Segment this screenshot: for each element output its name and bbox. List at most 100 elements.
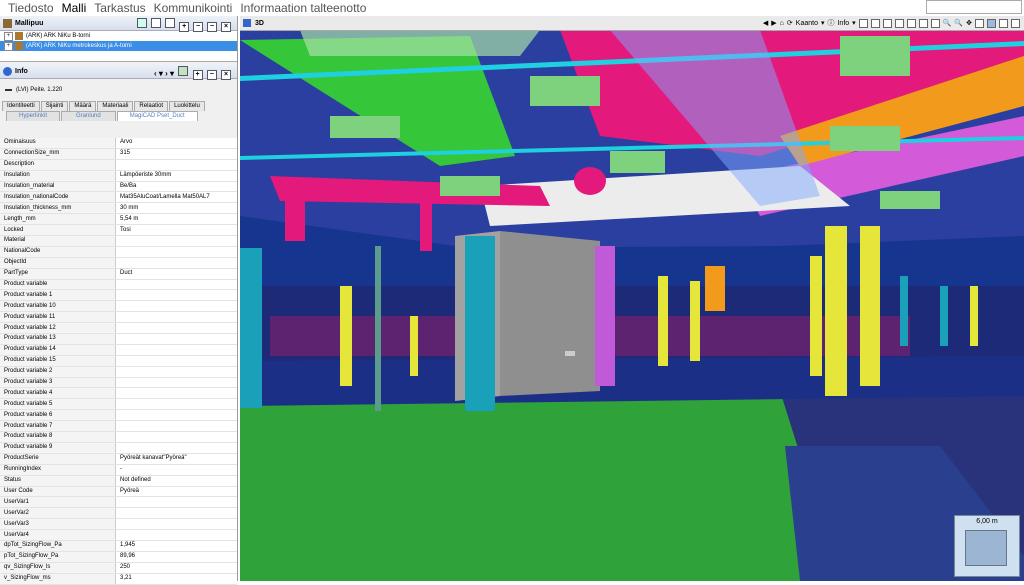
tab-materiaali[interactable]: Materiaali xyxy=(97,101,134,111)
layers-icon[interactable] xyxy=(882,18,892,28)
table-row[interactable]: Insulation_nationalCode Mat35AluCoat/Lame… xyxy=(0,191,237,204)
tree-icon[interactable] xyxy=(137,18,148,28)
table-row[interactable]: UserVar1 xyxy=(0,496,237,509)
table-row[interactable]: Product variable 12 xyxy=(0,322,237,335)
settings-icon[interactable] xyxy=(918,18,928,28)
property-key: qv_SizingFlow_ls xyxy=(0,562,116,574)
menu-kommunikointi[interactable]: Kommunikointi xyxy=(154,1,233,15)
table-row[interactable]: Product variable 9 xyxy=(0,442,237,454)
zoom-in-icon[interactable]: 🔍 xyxy=(943,19,952,27)
menu-tiedosto[interactable]: Tiedosto xyxy=(8,1,54,15)
property-key: Product variable 13 xyxy=(0,333,116,345)
tree-item-metrokeskus[interactable]: + (ARK) ARK NiKu metrokeskus ja A-torni xyxy=(0,41,237,51)
table-row[interactable]: Product variable 4 xyxy=(0,387,237,400)
table-row[interactable]: User Code Pyöreä xyxy=(0,486,237,498)
table-row[interactable]: Insulation Lämpöeriste 30mm xyxy=(0,170,237,182)
tree-item-b-torni[interactable]: + (ARK) ARK NiKu B-torni xyxy=(0,31,237,41)
table-row[interactable]: ObjectId xyxy=(0,257,237,269)
tab-luokittelu[interactable]: Luokittelu xyxy=(169,101,205,111)
table-row[interactable]: Locked Tosi xyxy=(0,224,237,237)
table-row[interactable]: Product variable 11 xyxy=(0,311,237,324)
expand-icon[interactable]: + xyxy=(4,41,13,51)
minimize-icon[interactable]: − xyxy=(206,70,217,80)
back-icon[interactable]: ‹ ▾ xyxy=(154,69,163,78)
expand-icon[interactable]: + xyxy=(4,31,13,41)
kaanto-dropdown[interactable]: Kaanto xyxy=(796,20,818,27)
table-row[interactable]: Product variable 10 xyxy=(0,300,237,313)
tab-magicad-pset-duct[interactable]: MagiCAD Pset_Duct xyxy=(116,111,198,121)
3d-viewport[interactable]: 6,00 m xyxy=(240,16,1024,581)
expand-icon[interactable]: + xyxy=(192,70,203,80)
menu-malli[interactable]: Malli xyxy=(62,1,87,15)
menu-informaation-talteenotto[interactable]: Informaation talteenotto xyxy=(240,1,366,15)
forward-icon[interactable]: ▶ xyxy=(771,19,776,27)
measure-icon[interactable] xyxy=(930,18,940,28)
close-icon[interactable]: × xyxy=(221,70,231,80)
table-row[interactable]: Product variable 7 xyxy=(0,420,237,433)
view-cube-icon[interactable] xyxy=(858,18,868,28)
rotate-icon[interactable]: ⟳ xyxy=(787,19,793,27)
layers-icon[interactable] xyxy=(151,18,162,28)
table-row[interactable]: RunningIndex - xyxy=(0,464,237,476)
table-row[interactable]: Product variable 14 xyxy=(0,344,237,356)
section-icon[interactable] xyxy=(894,18,904,28)
table-row[interactable]: Product variable 8 xyxy=(0,431,237,443)
tab-hyperlinkit[interactable]: Hyperlinkit xyxy=(6,111,61,121)
menu-tarkastus[interactable]: Tarkastus xyxy=(94,1,145,15)
minimize-icon[interactable] xyxy=(999,18,1008,28)
table-row[interactable]: ProductSerie Pyöreät kanavat"Pyöreä" xyxy=(0,453,237,465)
table-row[interactable]: Product variable 3 xyxy=(0,377,237,389)
table-row[interactable]: qv_SizingFlow_ls 250 xyxy=(0,562,237,574)
table-row[interactable]: Material xyxy=(0,235,237,247)
home-icon[interactable]: ⌂ xyxy=(780,20,784,27)
sync-icon[interactable] xyxy=(178,66,189,76)
duct-icon xyxy=(5,89,12,91)
grid-icon[interactable] xyxy=(987,18,996,28)
table-row[interactable]: Product variable 1 xyxy=(0,289,237,302)
table-row[interactable]: Product variable 15 xyxy=(0,355,237,367)
view-cube-navigator[interactable]: 6,00 m xyxy=(954,515,1020,577)
zoom-out-icon[interactable]: 🔍 xyxy=(954,19,963,27)
tab-maara[interactable]: Määrä xyxy=(69,101,97,111)
table-row[interactable]: pTot_SizingFlow_Pa 89,96 xyxy=(0,551,237,563)
table-row[interactable]: Product variable 6 xyxy=(0,409,237,422)
back-icon[interactable]: ◀ xyxy=(763,19,768,27)
table-row[interactable]: NationalCode xyxy=(0,246,237,258)
forward-icon[interactable]: › ▾ xyxy=(165,69,174,78)
table-row[interactable]: Product variable 2 xyxy=(0,366,237,378)
visibility-icon[interactable] xyxy=(906,18,916,28)
property-key: Product variable 6 xyxy=(0,409,116,422)
tab-relaatiot[interactable]: Relaatiot xyxy=(134,101,169,111)
table-row[interactable]: UserVar2 xyxy=(0,507,237,520)
close-icon[interactable] xyxy=(1011,18,1020,28)
property-key: UserVar1 xyxy=(0,496,116,509)
info-dropdown[interactable]: Info xyxy=(837,20,849,27)
property-value xyxy=(115,442,237,454)
pan-icon[interactable]: ✥ xyxy=(966,19,972,27)
table-row[interactable]: dpTot_SizingFlow_Pa 1,945 xyxy=(0,540,237,552)
table-row[interactable]: ConnectionSize_mm 315 xyxy=(0,148,237,160)
table-row[interactable]: Product variable xyxy=(0,279,237,291)
table-row[interactable]: UserVar3 xyxy=(0,518,237,531)
table-row[interactable]: Product variable 13 xyxy=(0,333,237,345)
property-value xyxy=(115,377,237,389)
select-icon[interactable] xyxy=(975,18,984,28)
property-value xyxy=(115,322,237,335)
table-row[interactable]: Insulation_thickness_mm 30 mm xyxy=(0,202,237,215)
table-row[interactable]: Product variable 5 xyxy=(0,398,237,411)
table-row[interactable]: v_SizingFlow_ms 3,21 xyxy=(0,573,237,585)
info-icon[interactable]: ⓘ xyxy=(827,18,834,28)
tab-identiteetti[interactable]: Identiteetti xyxy=(2,101,40,111)
table-row[interactable]: UserVar4 xyxy=(0,529,237,541)
table-row[interactable]: PartType Duct xyxy=(0,268,237,280)
menu-bar: Tiedosto Malli Tarkastus Kommunikointi I… xyxy=(0,0,1024,15)
box-icon[interactable] xyxy=(870,18,880,28)
tab-sijainti[interactable]: Sijainti xyxy=(40,101,69,111)
table-row[interactable]: Length_mm 5,54 m xyxy=(0,213,237,226)
search-input[interactable] xyxy=(926,0,1022,14)
filter-icon[interactable] xyxy=(165,18,176,28)
table-row[interactable]: Status Not defined xyxy=(0,475,237,487)
table-row[interactable]: Description xyxy=(0,159,237,171)
table-row[interactable]: Insulation_material Be/Ba xyxy=(0,181,237,193)
tab-granlund[interactable]: Granlund xyxy=(61,111,116,121)
